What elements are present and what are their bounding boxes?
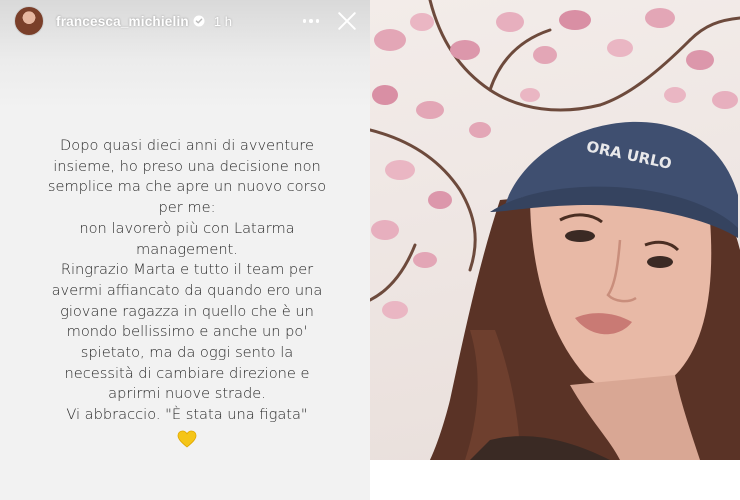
story-text-line: giovane ragazza in quello che è un [60,302,314,320]
story-text-line: avermi affiancato da quando ero una [51,281,323,299]
story-text: Dopo quasi dieci anni di avventure insie… [14,136,360,448]
story-text-line: necessità di cambiare direzione e [64,364,310,382]
photo-illustration: ORA URLO [370,0,740,460]
story-text-line: Vi abbraccio. "È stata una figata" [66,406,308,424]
story-header: francesca_michielin 1 h [0,0,370,42]
story-text-line: non lavorerò più con Latarma [79,219,295,237]
story-text-line: Dopo quasi dieci anni di avventure [60,137,314,154]
yellow-heart-icon [177,430,197,448]
close-icon[interactable] [334,8,360,34]
username[interactable]: francesca_michielin [56,14,189,29]
story-text-line: spietato, ma da oggi sento la [80,344,294,362]
story-text-line: Ringrazio Marta e tutto il team per [60,261,314,279]
photo-bottom-margin [370,460,740,500]
more-options-icon[interactable] [296,9,326,33]
post-timestamp: 1 h [213,13,232,29]
story-text-line: insieme, ho preso una decisione non [53,157,321,175]
story-text-line: per me: [158,199,216,217]
story-panel: francesca_michielin 1 h Dopo quasi dieci… [0,0,370,500]
story-text-line: mondo bellissimo e anche un po' [66,323,308,341]
story-text-line: management. [136,240,238,258]
story-text-line: aprirmi nuove strade. [108,385,266,403]
selfie-photo: ORA URLO [370,0,740,460]
avatar[interactable] [14,6,44,36]
verified-badge-icon [193,15,205,27]
story-text-line: semplice ma che apre un nuovo corso [47,178,327,196]
